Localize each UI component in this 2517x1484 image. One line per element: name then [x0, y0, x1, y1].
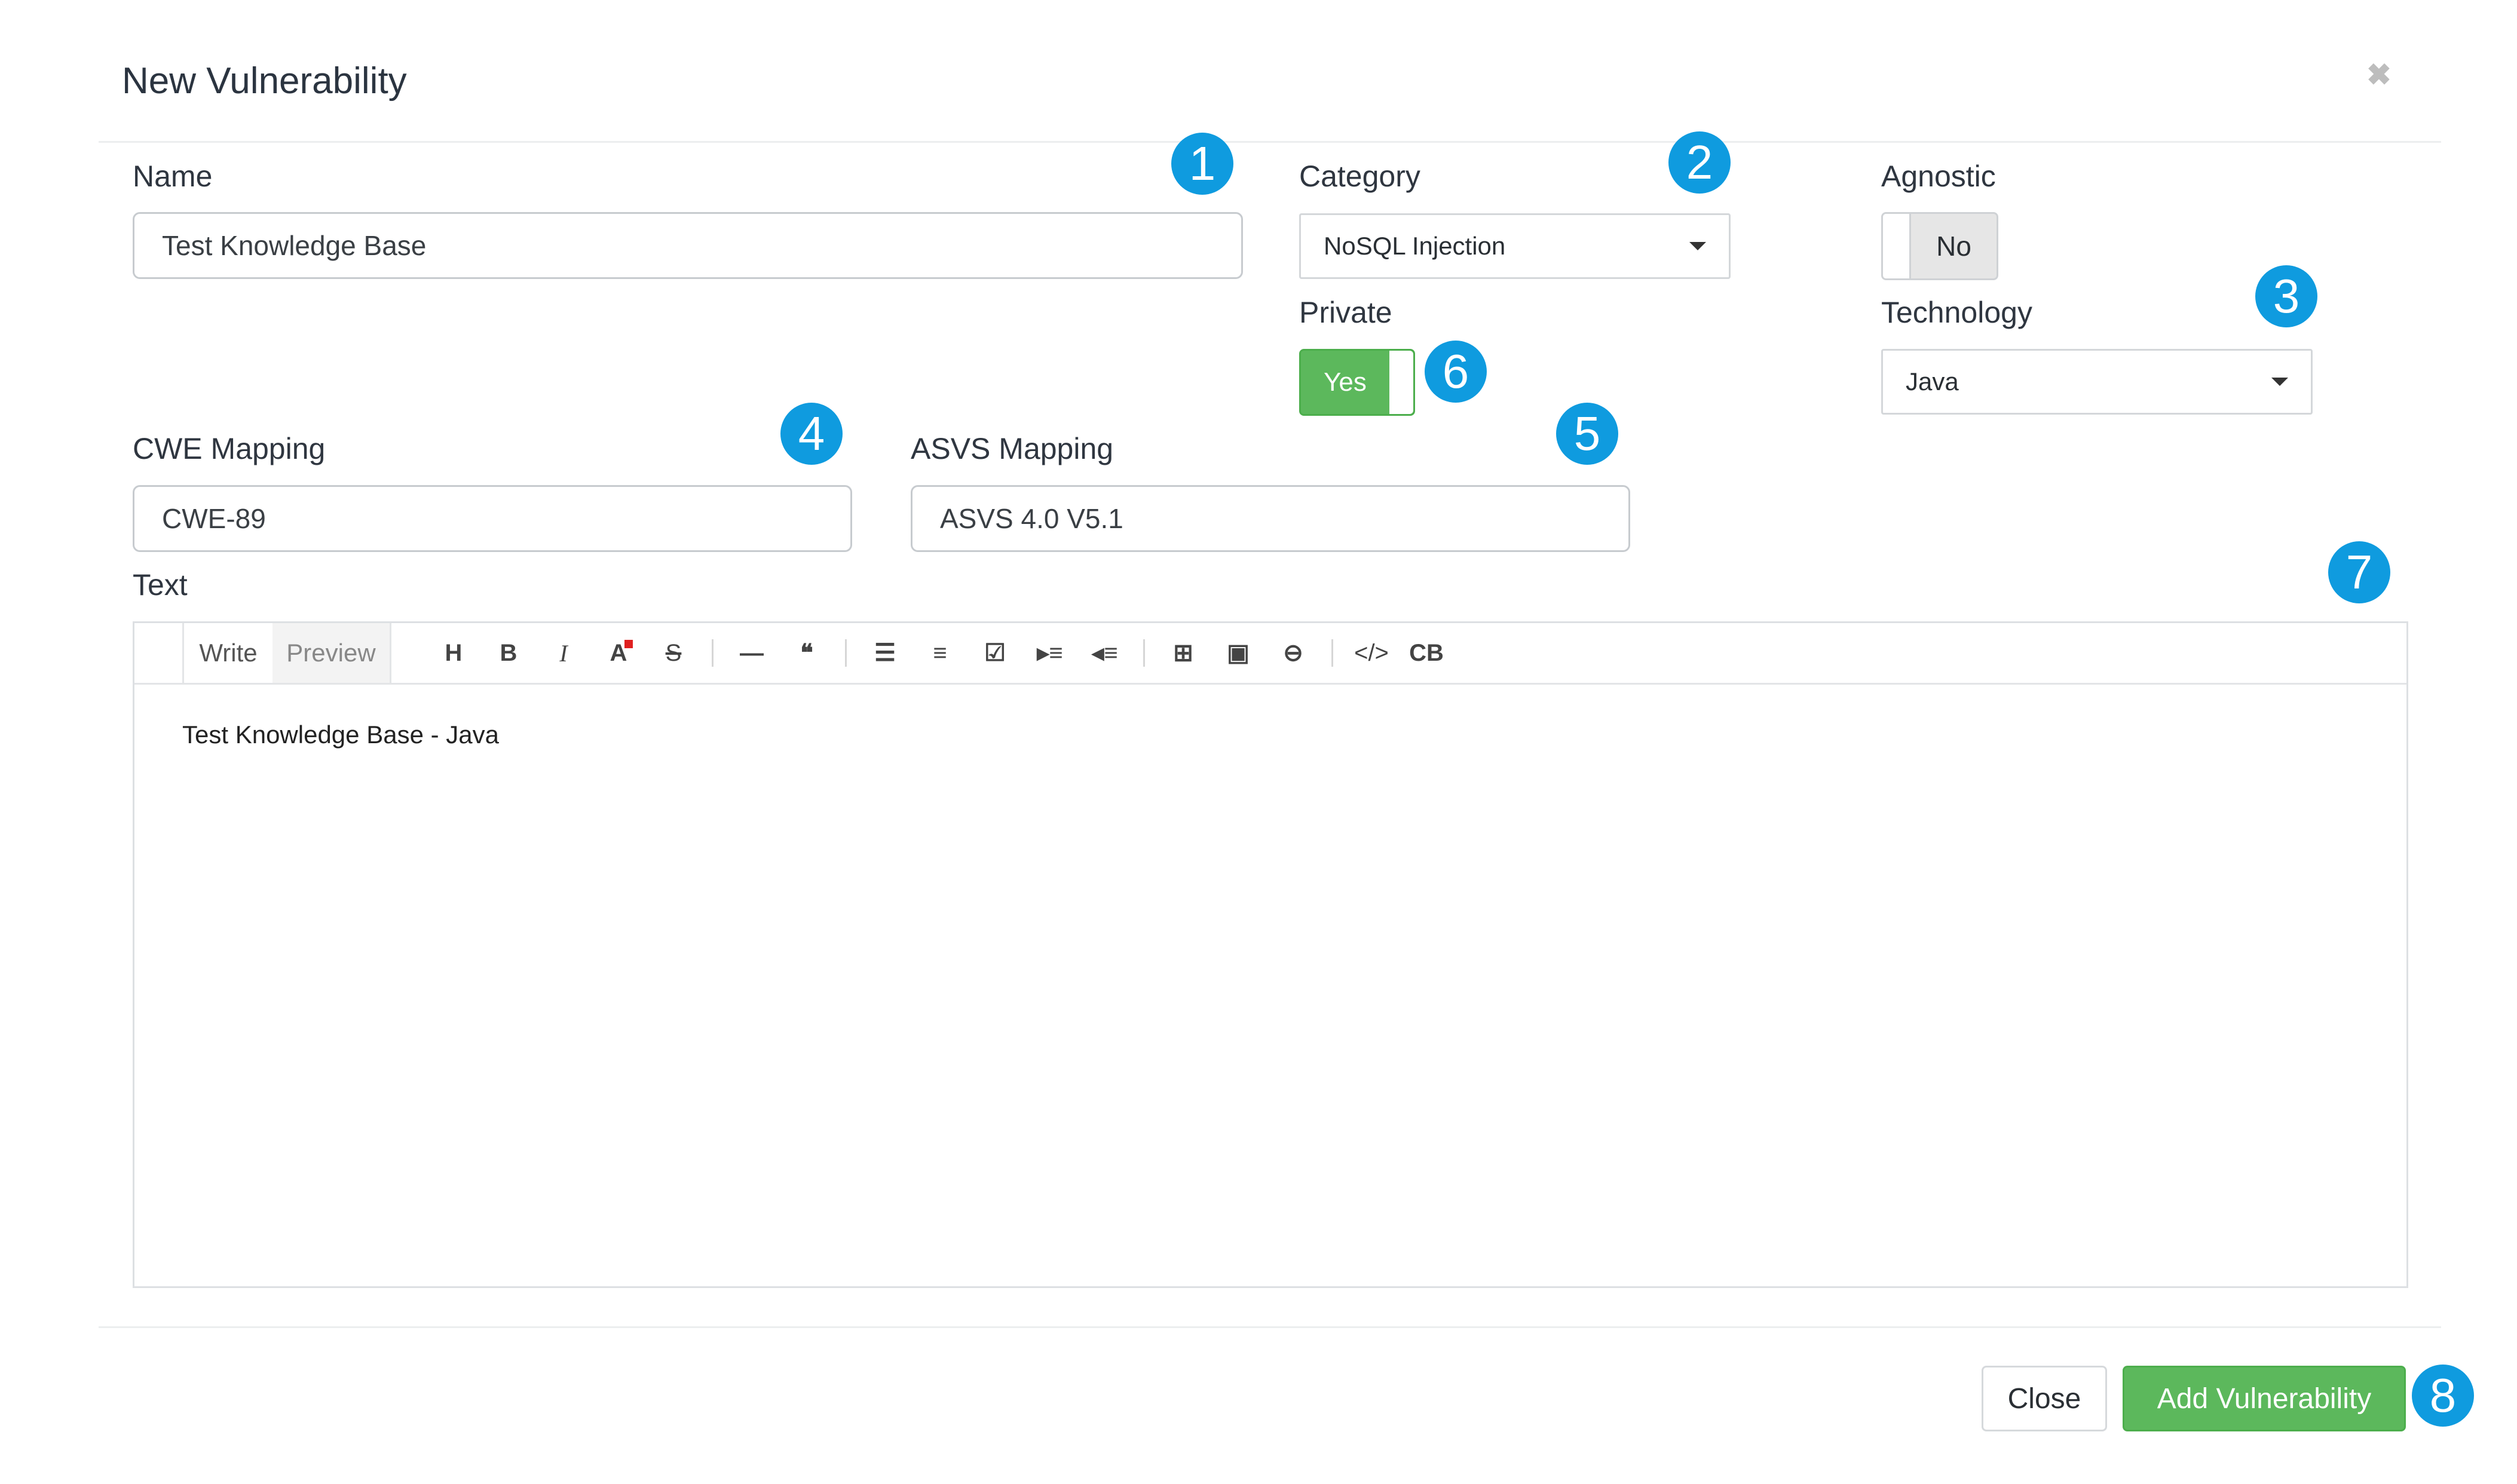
private-label: Private [1299, 296, 1392, 329]
code-block-icon[interactable]: CB [1399, 640, 1454, 667]
name-input[interactable]: Test Knowledge Base [133, 212, 1243, 279]
toolbar-separator [1143, 639, 1145, 667]
category-label: Category [1299, 160, 1420, 193]
editor-content[interactable]: Test Knowledge Base - Java [134, 685, 2406, 785]
quote-icon[interactable]: ❝ [779, 639, 834, 667]
badge-8: 8 [2412, 1365, 2474, 1427]
cwe-input[interactable]: CWE-89 [133, 485, 852, 552]
toolbar-separator [1331, 639, 1333, 667]
image-icon[interactable]: ▣ [1211, 639, 1266, 667]
header-divider [99, 141, 2441, 143]
markdown-editor: Write Preview H B I A S — ❝ ☰ ≡ ☑ ▸≡ ◂≡ … [133, 621, 2408, 1288]
asvs-input[interactable]: ASVS 4.0 V5.1 [911, 485, 1630, 552]
badge-6: 6 [1425, 341, 1487, 403]
italic-icon[interactable]: I [536, 639, 591, 667]
text-label: Text [133, 568, 188, 602]
badge-7: 7 [2328, 541, 2390, 603]
text-color-icon[interactable]: A [591, 639, 646, 667]
bold-icon[interactable]: B [481, 640, 536, 667]
toolbar-separator [712, 639, 714, 667]
heading-icon[interactable]: H [426, 640, 481, 667]
chevron-down-icon [1689, 242, 1706, 250]
table-icon[interactable]: ⊞ [1156, 639, 1211, 667]
badge-5: 5 [1556, 403, 1618, 465]
chevron-down-icon [2271, 378, 2288, 386]
numbered-list-icon[interactable]: ≡ [913, 640, 967, 667]
agnostic-toggle[interactable]: No [1881, 212, 1998, 280]
code-icon[interactable]: </> [1344, 640, 1399, 667]
technology-select[interactable]: Java [1881, 349, 2313, 415]
toggle-knob [1389, 351, 1413, 414]
dialog-title: New Vulnerability [122, 60, 407, 102]
toggle-knob [1883, 214, 1911, 278]
editor-toolbar: Write Preview H B I A S — ❝ ☰ ≡ ☑ ▸≡ ◂≡ … [134, 623, 2406, 685]
strikethrough-icon[interactable]: S [646, 640, 701, 667]
technology-label: Technology [1881, 296, 2032, 329]
task-list-icon[interactable]: ☑ [967, 639, 1022, 667]
category-select[interactable]: NoSQL Injection [1299, 213, 1731, 279]
tab-write[interactable]: Write [182, 623, 272, 683]
badge-1: 1 [1171, 133, 1233, 195]
agnostic-toggle-text: No [1936, 231, 1971, 262]
asvs-label: ASVS Mapping [911, 432, 1114, 465]
tab-preview[interactable]: Preview [272, 623, 391, 683]
technology-value: Java [1906, 367, 1959, 395]
toolbar-separator [845, 639, 847, 667]
add-vulnerability-button[interactable]: Add Vulnerability [2123, 1366, 2406, 1431]
horizontal-rule-icon[interactable]: — [724, 640, 779, 667]
outdent-icon[interactable]: ◂≡ [1077, 639, 1132, 667]
indent-icon[interactable]: ▸≡ [1022, 639, 1077, 667]
badge-3: 3 [2255, 265, 2317, 327]
footer-divider [99, 1326, 2441, 1328]
bullet-list-icon[interactable]: ☰ [858, 639, 913, 667]
badge-2: 2 [1668, 131, 1731, 194]
category-value: NoSQL Injection [1324, 232, 1506, 260]
private-toggle[interactable]: Yes [1299, 349, 1415, 416]
badge-4: 4 [780, 403, 843, 465]
name-label: Name [133, 160, 213, 193]
close-button[interactable]: Close [1982, 1366, 2107, 1431]
agnostic-label: Agnostic [1881, 160, 1996, 193]
cwe-label: CWE Mapping [133, 432, 326, 465]
close-icon[interactable]: ✖ [2366, 60, 2392, 90]
link-icon[interactable]: ⊖ [1266, 639, 1321, 667]
private-toggle-text: Yes [1324, 367, 1367, 397]
